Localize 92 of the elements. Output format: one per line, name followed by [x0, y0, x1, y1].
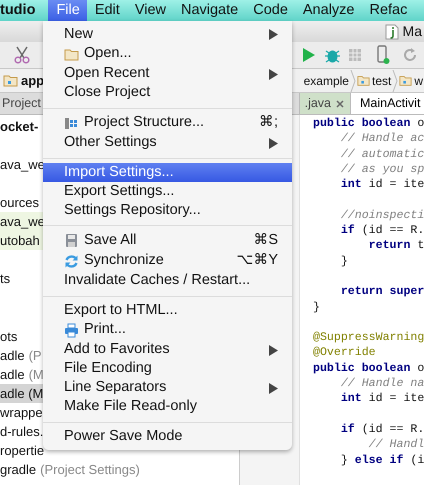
code-line: // Handl — [368, 437, 424, 453]
tab[interactable]: MainActivit — [350, 93, 424, 114]
chevron-icon — [392, 70, 398, 92]
code-line: } — [340, 254, 349, 269]
code-line: // Handle ac — [340, 131, 424, 147]
code-line: // as you sp — [340, 162, 424, 178]
tree-item[interactable]: ocket- — [0, 116, 38, 136]
submenu-arrow-icon — [269, 68, 278, 80]
tree-item[interactable]: d-rules. — [0, 422, 44, 442]
phone-icon[interactable] — [376, 45, 390, 65]
menu-item[interactable]: Export to HTML... — [43, 301, 292, 320]
tree-item[interactable]: utobah — [0, 230, 40, 250]
menu-item[interactable]: Save All ⌘S — [43, 230, 292, 251]
folder-icon — [356, 74, 370, 87]
breadcrumb[interactable]: test — [356, 72, 392, 90]
close-icon — [335, 98, 345, 108]
tree-item[interactable]: gradle — [0, 460, 36, 480]
chevron-icon — [350, 70, 356, 92]
menu-item[interactable]: Print... — [43, 320, 292, 340]
tree-item[interactable]: adle — [0, 346, 25, 366]
run-icon[interactable] — [302, 47, 316, 63]
menu-item[interactable]: Other Settings — [43, 134, 292, 152]
menu-item[interactable]: Power Save Mode — [43, 427, 292, 446]
printer-icon — [64, 322, 79, 338]
code-line: @Override — [313, 345, 377, 361]
code-line: public boolean o — [313, 360, 424, 376]
menu-item[interactable]: Settings Repository... — [43, 201, 292, 220]
tree-item[interactable]: ots — [0, 326, 18, 346]
code-line: int id = ite — [340, 391, 424, 407]
shortcut: ⌘S — [253, 230, 278, 250]
menu-item[interactable]: Edit — [86, 0, 127, 21]
code-line: if (id == R. — [340, 223, 424, 238]
app-name: tudio — [0, 0, 36, 20]
file-tab[interactable]: Ma — [402, 21, 422, 42]
menu-item[interactable]: Analyze — [294, 0, 362, 21]
menu-item[interactable]: New — [43, 25, 292, 44]
code-line: } — [313, 300, 321, 315]
folder-icon — [3, 73, 18, 88]
menu-item[interactable]: Line Separators — [43, 378, 292, 398]
code-line: return super — [340, 284, 424, 300]
menu-item[interactable]: Synchronize ⌥⌘Y — [43, 251, 292, 272]
tree-item[interactable]: adle — [0, 364, 25, 384]
breadcrumb[interactable]: example — [302, 72, 350, 90]
rerun-icon[interactable] — [402, 47, 418, 63]
menu-item[interactable]: Add to Favorites — [43, 340, 292, 360]
grid-icon[interactable] — [348, 48, 362, 62]
menu-item[interactable]: Invalidate Caches / Restart... — [43, 272, 292, 290]
tab[interactable]: .java — [298, 93, 350, 114]
tree-item[interactable]: wrappe — [0, 402, 43, 422]
code-line: if (id == R. — [340, 422, 424, 438]
shortcut: ⌥⌘Y — [236, 251, 278, 270]
tree-item-note: (Project Settings) — [40, 460, 140, 479]
code-line: } else if (i — [340, 452, 424, 468]
menu-item[interactable]: Navigate — [172, 0, 246, 21]
tree-item-note: (M — [28, 366, 44, 384]
code-line: //noinspecti — [340, 208, 424, 224]
menu-item[interactable]: Refac — [361, 0, 414, 21]
java-file-icon — [384, 24, 399, 40]
tab[interactable]: Project — [0, 93, 43, 114]
menu-item[interactable]: Project Structure... ⌘; — [43, 113, 292, 134]
tree-item[interactable]: ava_we — [0, 154, 45, 174]
code-line: // Handle na — [340, 376, 424, 392]
folder-icon — [64, 46, 79, 62]
menu-item[interactable]: File Encoding — [43, 360, 292, 378]
code-line: @SuppressWarning — [313, 330, 424, 346]
menu-item[interactable]: Make File Read-only — [43, 398, 292, 416]
breadcrumb[interactable]: w — [398, 72, 424, 90]
code-line: public boolean o — [313, 116, 424, 132]
menu-item[interactable]: Import Settings... — [43, 163, 292, 182]
tree-item[interactable]: ava_we — [0, 212, 45, 232]
folder-icon — [399, 74, 412, 87]
shortcut: ⌘; — [258, 113, 278, 132]
grid-icon — [64, 116, 79, 131]
submenu-arrow-icon — [269, 29, 278, 40]
menu-item[interactable]: Export Settings... — [43, 182, 292, 201]
code-line: int id = ite — [340, 177, 424, 192]
menu-item[interactable]: Code — [245, 0, 295, 21]
scissors-icon[interactable] — [14, 46, 30, 64]
floppy-icon — [64, 233, 79, 248]
tree-item[interactable]: ources — [0, 192, 40, 212]
tree-item-note: (P — [28, 346, 42, 365]
submenu-arrow-icon — [269, 138, 278, 148]
sync-icon — [64, 254, 79, 269]
submenu-arrow-icon — [269, 382, 278, 394]
menu-item[interactable]: View — [126, 0, 173, 21]
code-line: return t — [368, 238, 424, 254]
tree-item[interactable]: ropertie — [0, 440, 44, 460]
code-line: // automatic — [340, 146, 424, 162]
bug-icon[interactable] — [325, 48, 340, 62]
submenu-arrow-icon — [269, 344, 278, 356]
tree-item[interactable]: ts — [0, 268, 10, 288]
menu-item[interactable]: File — [48, 0, 87, 21]
